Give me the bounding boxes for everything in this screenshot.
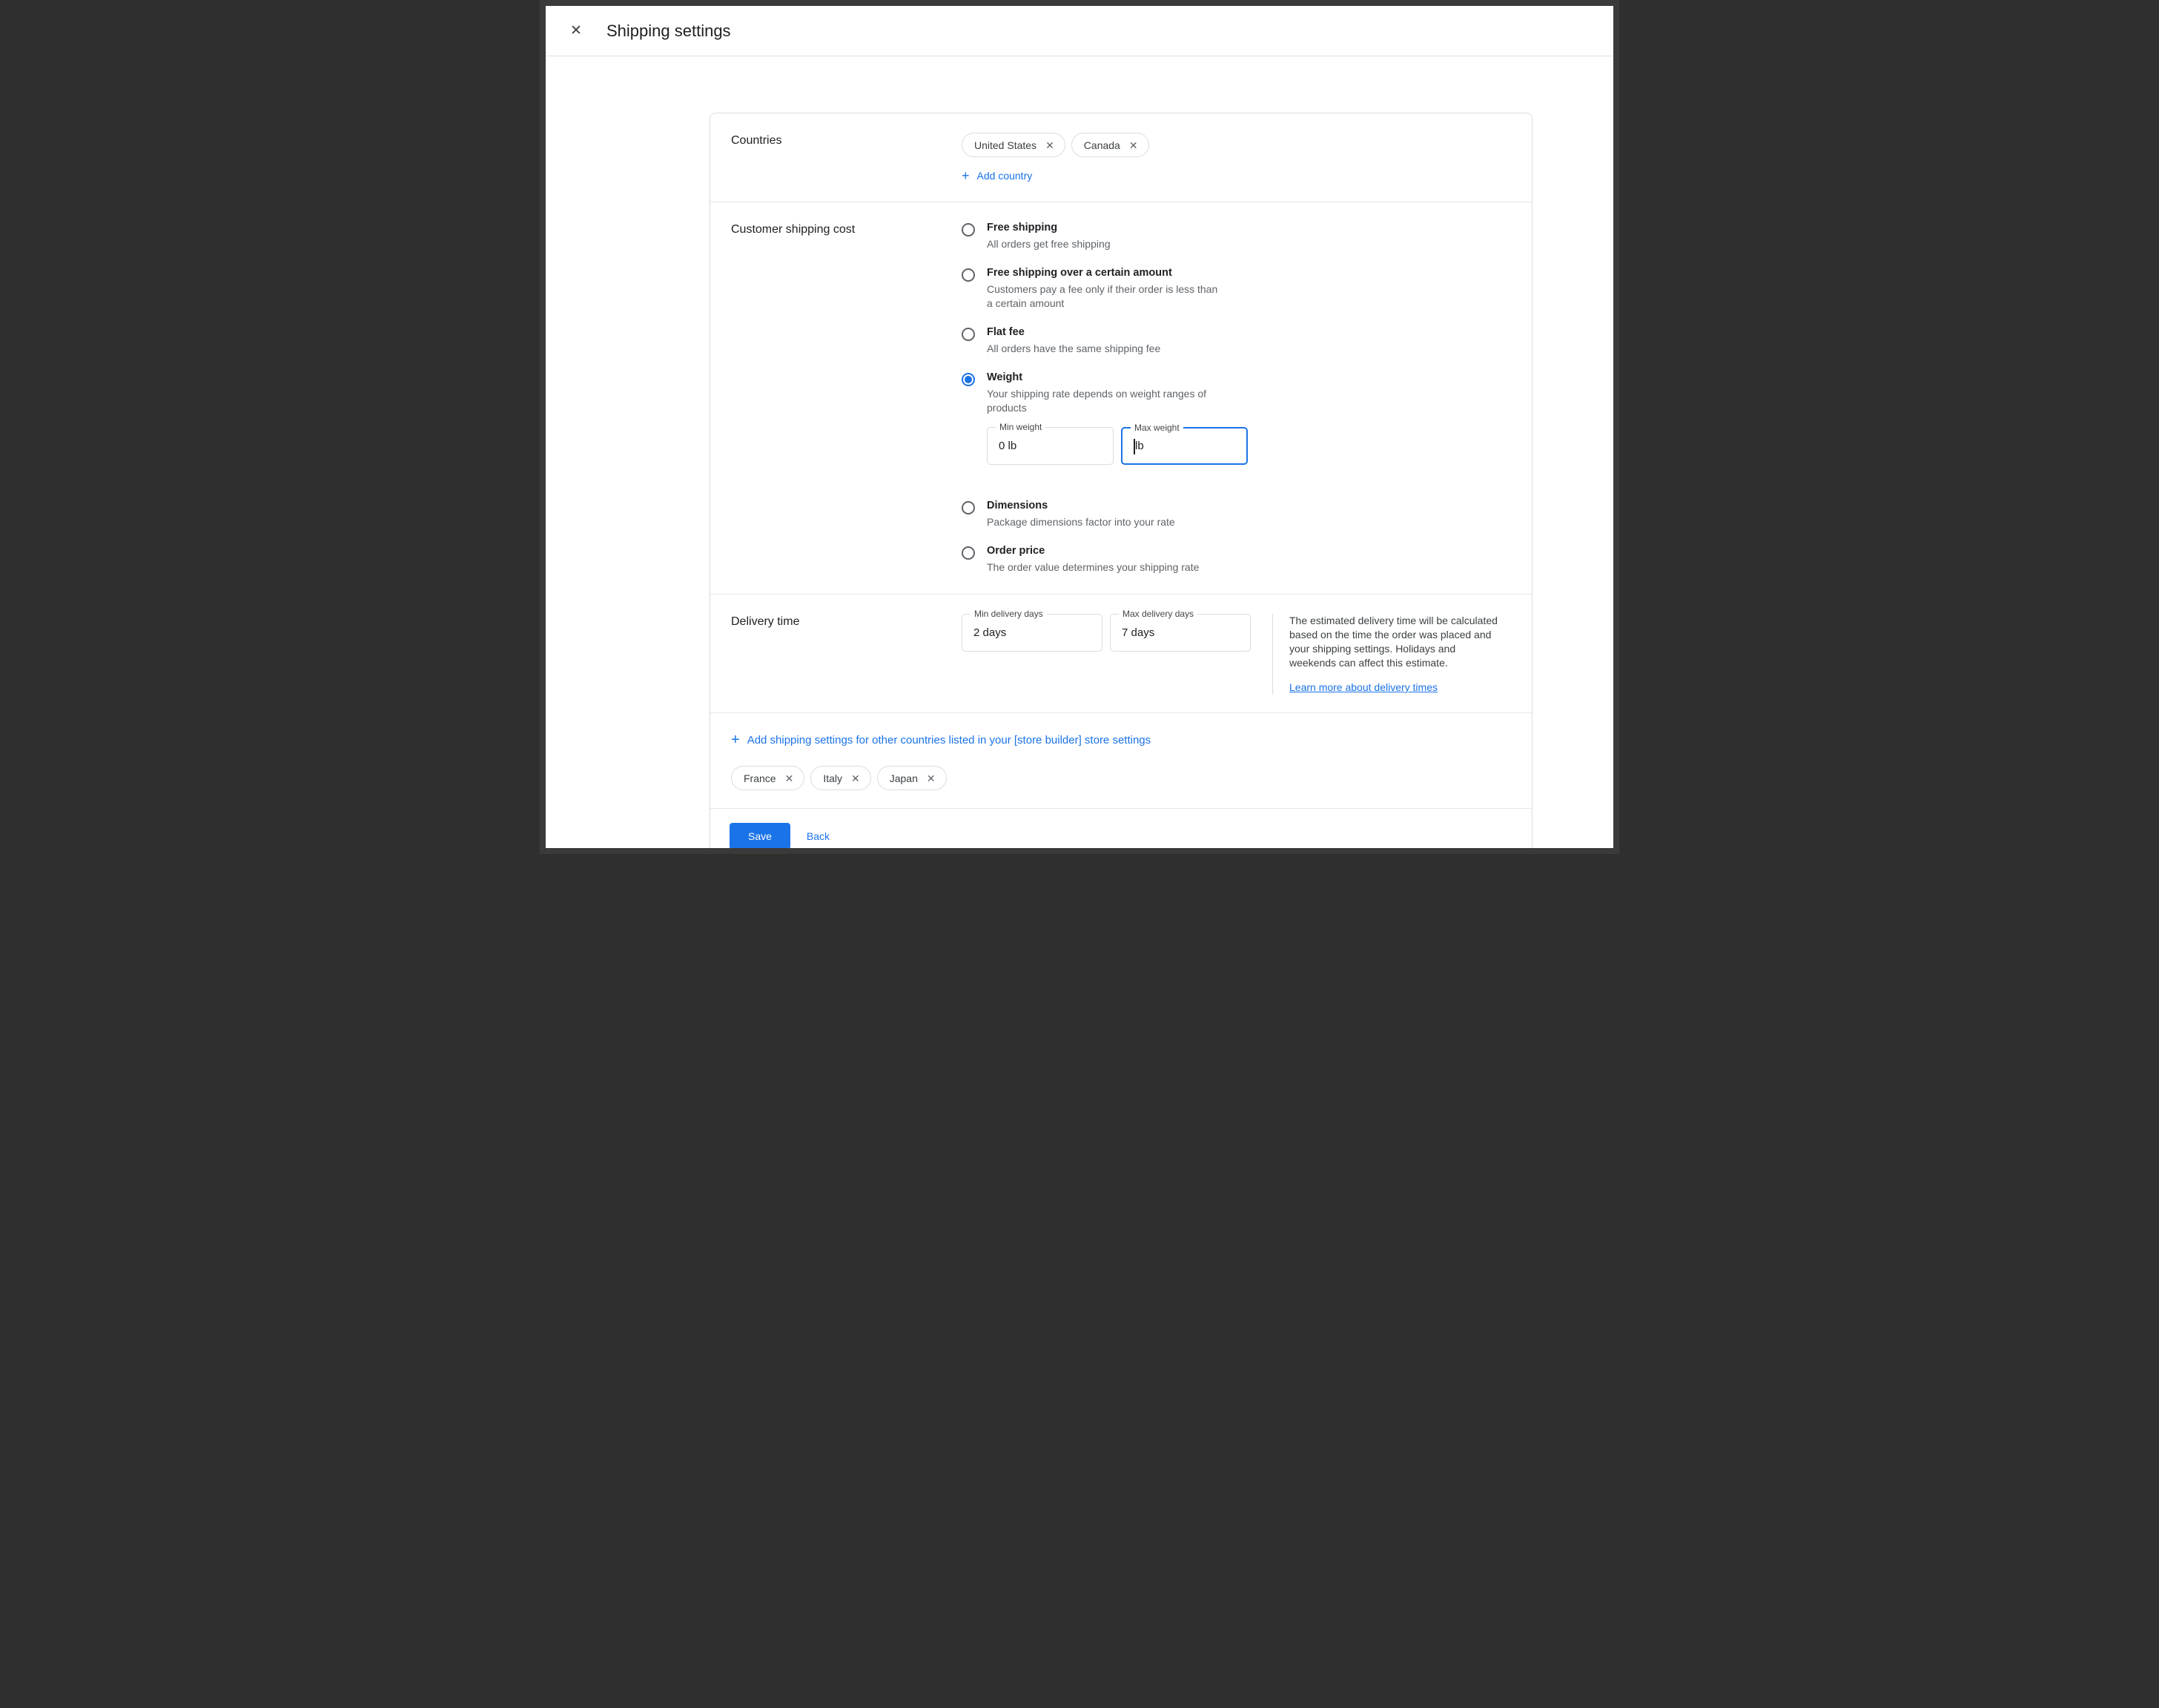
chip-label: Canada xyxy=(1084,139,1120,151)
save-button[interactable]: Save xyxy=(730,823,790,850)
radio-button[interactable] xyxy=(962,328,975,341)
option-title: Order price xyxy=(987,545,1199,557)
max-delivery-days-label: Max delivery days xyxy=(1119,609,1197,619)
country-chip-canada[interactable]: Canada ✕ xyxy=(1071,133,1149,157)
radio-button-selected[interactable] xyxy=(962,373,975,386)
max-weight-label: Max weight xyxy=(1131,423,1183,433)
plus-icon: + xyxy=(962,169,970,182)
option-title: Free shipping xyxy=(987,222,1111,234)
add-country-button[interactable]: + Add country xyxy=(962,169,1032,182)
max-delivery-days-field[interactable]: Max delivery days xyxy=(1110,614,1251,652)
plus-icon: + xyxy=(731,732,740,747)
chip-label: Japan xyxy=(890,772,918,784)
dialog-footer: Save Back xyxy=(710,808,1532,854)
chip-label: United States xyxy=(974,139,1036,151)
option-free-over-amount[interactable]: Free shipping over a certain amount Cust… xyxy=(962,267,1511,311)
option-title: Free shipping over a certain amount xyxy=(987,267,1226,279)
option-title: Weight xyxy=(987,371,1248,383)
max-delivery-days-input[interactable] xyxy=(1111,615,1250,651)
other-countries-chip-row: France ✕ Italy ✕ Japan ✕ xyxy=(731,766,1511,790)
min-delivery-days-field[interactable]: Min delivery days xyxy=(962,614,1102,652)
country-chip-united-states[interactable]: United States ✕ xyxy=(962,133,1065,157)
country-chip-france[interactable]: France ✕ xyxy=(731,766,804,790)
max-weight-field[interactable]: Max weight xyxy=(1121,427,1248,465)
option-flat-fee[interactable]: Flat fee All orders have the same shippi… xyxy=(962,326,1511,356)
page-title: Shipping settings xyxy=(606,21,731,41)
option-description: Package dimensions factor into your rate xyxy=(987,515,1175,529)
option-description: Customers pay a fee only if their order … xyxy=(987,282,1226,311)
countries-section: Countries United States ✕ Canada ✕ + Add… xyxy=(710,113,1532,202)
option-title: Flat fee xyxy=(987,326,1160,338)
radio-button[interactable] xyxy=(962,501,975,514)
close-icon[interactable]: ✕ xyxy=(568,23,584,39)
remove-icon[interactable]: ✕ xyxy=(785,773,794,784)
delivery-time-section: Delivery time Min delivery days Max deli… xyxy=(710,594,1532,712)
remove-icon[interactable]: ✕ xyxy=(1045,140,1054,150)
countries-chip-row: United States ✕ Canada ✕ xyxy=(962,133,1511,157)
chip-label: Italy xyxy=(823,772,842,784)
min-weight-field[interactable]: Min weight xyxy=(987,427,1114,465)
settings-card: Countries United States ✕ Canada ✕ + Add… xyxy=(710,113,1533,854)
max-weight-input[interactable] xyxy=(1123,428,1246,463)
country-chip-italy[interactable]: Italy ✕ xyxy=(810,766,870,790)
dialog-header: ✕ Shipping settings xyxy=(546,6,1613,56)
shipping-settings-dialog: ✕ Shipping settings Countries United Sta… xyxy=(540,0,1619,854)
remove-icon[interactable]: ✕ xyxy=(851,773,860,784)
radio-button[interactable] xyxy=(962,223,975,236)
min-weight-label: Min weight xyxy=(996,422,1045,432)
delivery-fields-row: Min delivery days Max delivery days xyxy=(962,614,1251,695)
option-description: All orders get free shipping xyxy=(987,237,1111,251)
country-chip-japan[interactable]: Japan ✕ xyxy=(877,766,947,790)
option-description: All orders have the same shipping fee xyxy=(987,342,1160,356)
option-weight[interactable]: Weight Your shipping rate depends on wei… xyxy=(962,371,1511,484)
option-title: Dimensions xyxy=(987,500,1175,512)
radio-button[interactable] xyxy=(962,268,975,282)
delivery-help-text: The estimated delivery time will be calc… xyxy=(1289,614,1504,670)
option-order-price[interactable]: Order price The order value determines y… xyxy=(962,545,1511,575)
back-button[interactable]: Back xyxy=(807,830,830,842)
option-dimensions[interactable]: Dimensions Package dimensions factor int… xyxy=(962,500,1511,529)
option-description: The order value determines your shipping… xyxy=(987,560,1199,575)
option-free-shipping[interactable]: Free shipping All orders get free shippi… xyxy=(962,222,1511,251)
chip-label: France xyxy=(744,772,776,784)
radio-button[interactable] xyxy=(962,546,975,560)
shipping-cost-section: Customer shipping cost Free shipping All… xyxy=(710,202,1532,594)
min-weight-input[interactable] xyxy=(988,428,1113,464)
add-other-countries-label: Add shipping settings for other countrie… xyxy=(747,734,1151,747)
option-description: Your shipping rate depends on weight ran… xyxy=(987,387,1246,415)
min-delivery-days-label: Min delivery days xyxy=(971,609,1047,619)
delivery-time-label: Delivery time xyxy=(731,614,962,695)
remove-icon[interactable]: ✕ xyxy=(1129,140,1138,150)
delivery-learn-more-link[interactable]: Learn more about delivery times xyxy=(1289,681,1438,693)
countries-label: Countries xyxy=(731,133,962,184)
delivery-help-panel: The estimated delivery time will be calc… xyxy=(1272,614,1504,695)
other-countries-section: + Add shipping settings for other countr… xyxy=(710,712,1532,808)
add-other-countries-button[interactable]: + Add shipping settings for other countr… xyxy=(731,732,1151,747)
shipping-cost-label: Customer shipping cost xyxy=(731,222,962,576)
weight-fields-row: Min weight Max weight xyxy=(987,427,1248,465)
add-country-label: Add country xyxy=(977,170,1033,182)
min-delivery-days-input[interactable] xyxy=(962,615,1102,651)
remove-icon[interactable]: ✕ xyxy=(927,773,936,784)
